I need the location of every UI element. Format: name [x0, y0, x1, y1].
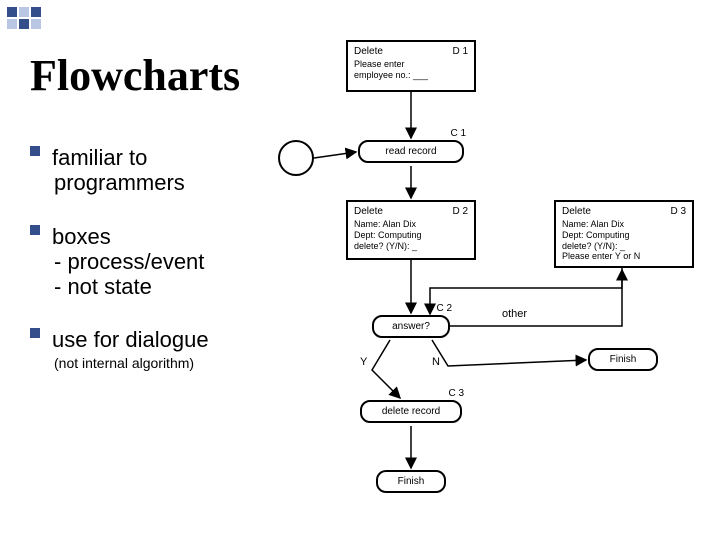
node-finish-1-label: Finish [390, 476, 432, 487]
node-c3: delete record C 3 [360, 400, 462, 423]
page-title: Flowcharts [30, 50, 240, 101]
bullet-item-2: boxes - process/event - not state [30, 224, 310, 300]
node-c1-id: C 1 [450, 128, 466, 139]
bullet-list: familiar to programmers boxes - process/… [30, 145, 310, 399]
node-c3-label: delete record [374, 406, 448, 417]
bullet-item-1: familiar to programmers [30, 145, 310, 196]
node-c1-label: read record [372, 146, 450, 157]
node-d1: Delete D 1 Please enter employee no.: __… [346, 40, 476, 92]
node-d3-body: Name: Alan Dix Dept: Computing delete? (… [562, 219, 686, 262]
bullet-item-3: use for dialogue (not internal algorithm… [30, 327, 310, 370]
node-d2: Delete D 2 Name: Alan Dix Dept: Computin… [346, 200, 476, 260]
node-c2-label: answer? [386, 321, 436, 332]
node-c2: answer? C 2 [372, 315, 450, 338]
node-c2-id: C 2 [436, 303, 452, 314]
node-d3-label: Delete [562, 206, 591, 217]
flowchart-arrows [300, 40, 710, 530]
flowchart-diagram: Delete D 1 Please enter employee no.: __… [300, 40, 710, 530]
bullet-3-note: (not internal algorithm) [54, 355, 310, 371]
loop-connector [278, 140, 314, 176]
node-finish-2: Finish [588, 348, 658, 371]
node-c1: read record C 1 [358, 140, 464, 163]
bullet-2-line-1: boxes [52, 224, 111, 249]
node-d1-body: Please enter employee no.: ___ [354, 59, 468, 81]
edge-label-other: other [500, 308, 529, 320]
bullet-icon [30, 328, 40, 338]
node-finish-1: Finish [376, 470, 446, 493]
slide-corner-decoration [6, 6, 42, 30]
node-d1-label: Delete [354, 46, 383, 57]
node-c3-id: C 3 [448, 388, 464, 399]
bullet-3-line-1: use for dialogue [52, 327, 209, 352]
edge-label-n: N [430, 356, 442, 368]
node-finish-2-label: Finish [602, 354, 644, 365]
bullet-1-line-2: programmers [54, 170, 310, 195]
edge-label-y: Y [358, 356, 369, 368]
bullet-2-line-2: - process/event [54, 249, 310, 274]
bullet-icon [30, 146, 40, 156]
bullet-1-line-1: familiar to [52, 145, 147, 170]
bullet-2-line-3: - not state [54, 274, 310, 299]
node-d2-body: Name: Alan Dix Dept: Computing delete? (… [354, 219, 468, 251]
node-d3: Delete D 3 Name: Alan Dix Dept: Computin… [554, 200, 694, 268]
node-d2-label: Delete [354, 206, 383, 217]
bullet-icon [30, 225, 40, 235]
